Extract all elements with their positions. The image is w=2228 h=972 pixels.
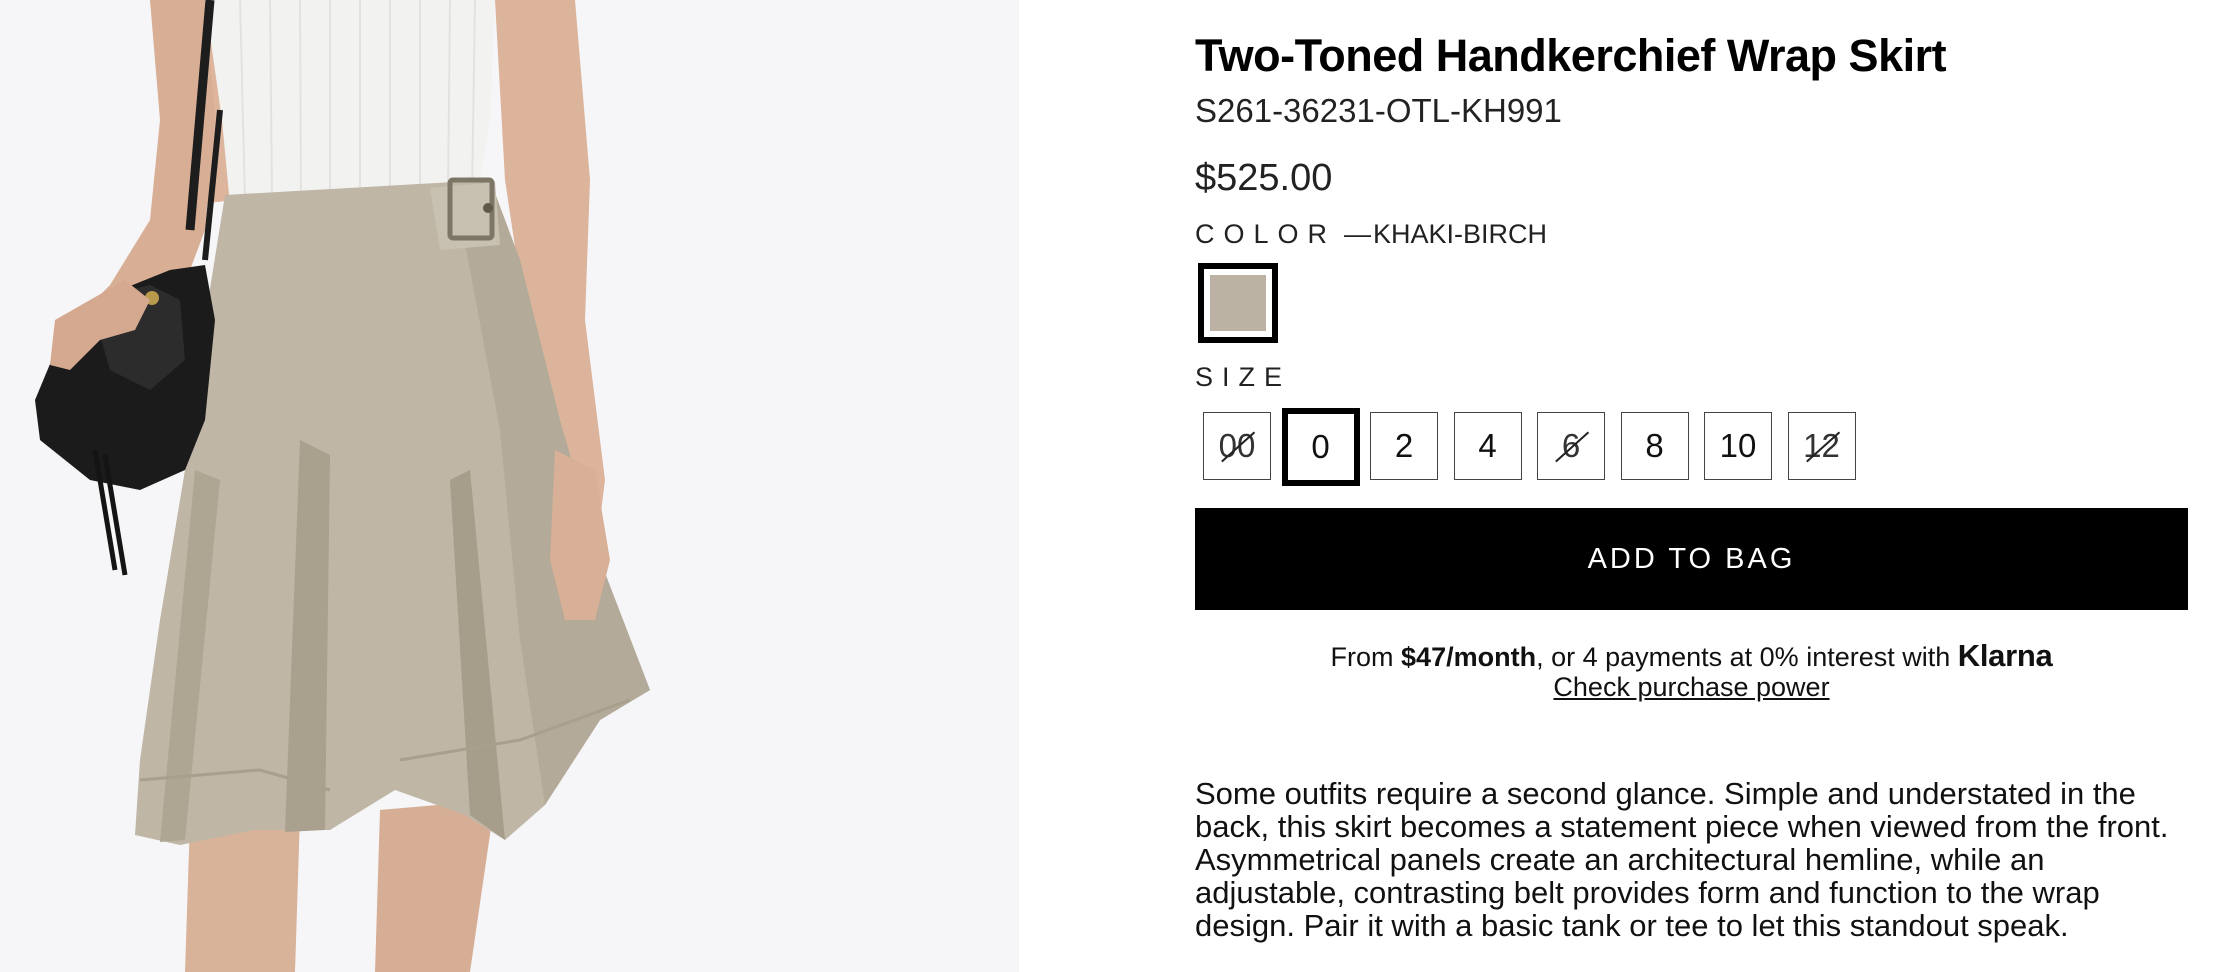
color-label: COLOR <box>1195 219 1337 249</box>
color-selected-prefix: — <box>1344 219 1372 249</box>
size-option-00[interactable]: 00 <box>1203 412 1271 480</box>
size-option-label: 10 <box>1719 427 1757 464</box>
financing-monthly: $47/month <box>1401 642 1537 672</box>
product-details: Two-Toned Handkerchief Wrap Skirt S261-3… <box>1195 0 2190 972</box>
swatch-fill <box>1210 275 1266 331</box>
size-option-2[interactable]: 2 <box>1370 412 1438 480</box>
size-option-label: 2 <box>1394 427 1414 464</box>
klarna-logo: Klarna <box>1957 638 2053 673</box>
product-description: Some outfits require a second glance. Si… <box>1195 776 2169 943</box>
product-title: Two-Toned Handkerchief Wrap Skirt <box>1195 30 1947 81</box>
size-option-10[interactable]: 10 <box>1704 412 1772 480</box>
size-option-6[interactable]: 6 <box>1537 412 1605 480</box>
size-option-label: 8 <box>1645 427 1664 464</box>
size-option-4[interactable]: 4 <box>1453 412 1522 480</box>
financing-middle: , or 4 payments at 0% interest with <box>1536 642 1951 672</box>
klarna-financing-message: From $47/month, or 4 payments at 0% inte… <box>1195 638 2188 674</box>
size-option-8[interactable]: 8 <box>1620 412 1689 480</box>
color-selected-value: KHAKI-BIRCH <box>1373 219 1548 249</box>
color-swatch-khaki-birch[interactable] <box>1198 263 1278 343</box>
size-option-label: 4 <box>1478 427 1497 464</box>
check-purchase-power-link[interactable]: Check purchase power <box>1195 672 2188 703</box>
product-image[interactable] <box>0 0 1019 972</box>
size-option-0[interactable]: 0 <box>1281 408 1360 486</box>
size-selector: 00024681012 <box>1203 408 1903 486</box>
size-label: SIZE <box>1195 362 1292 392</box>
product-price: $525.00 <box>1195 157 1333 199</box>
color-row: COLOR — KHAKI-BIRCH <box>1195 219 1547 250</box>
product-sku: S261-36231-OTL-KH991 <box>1195 92 1562 129</box>
product-photo <box>0 0 1019 972</box>
size-option-12[interactable]: 12 <box>1787 412 1856 480</box>
financing-prefix: From <box>1330 642 1394 672</box>
size-option-label: 0 <box>1311 428 1330 465</box>
add-to-bag-button[interactable]: ADD TO BAG <box>1195 508 2188 610</box>
